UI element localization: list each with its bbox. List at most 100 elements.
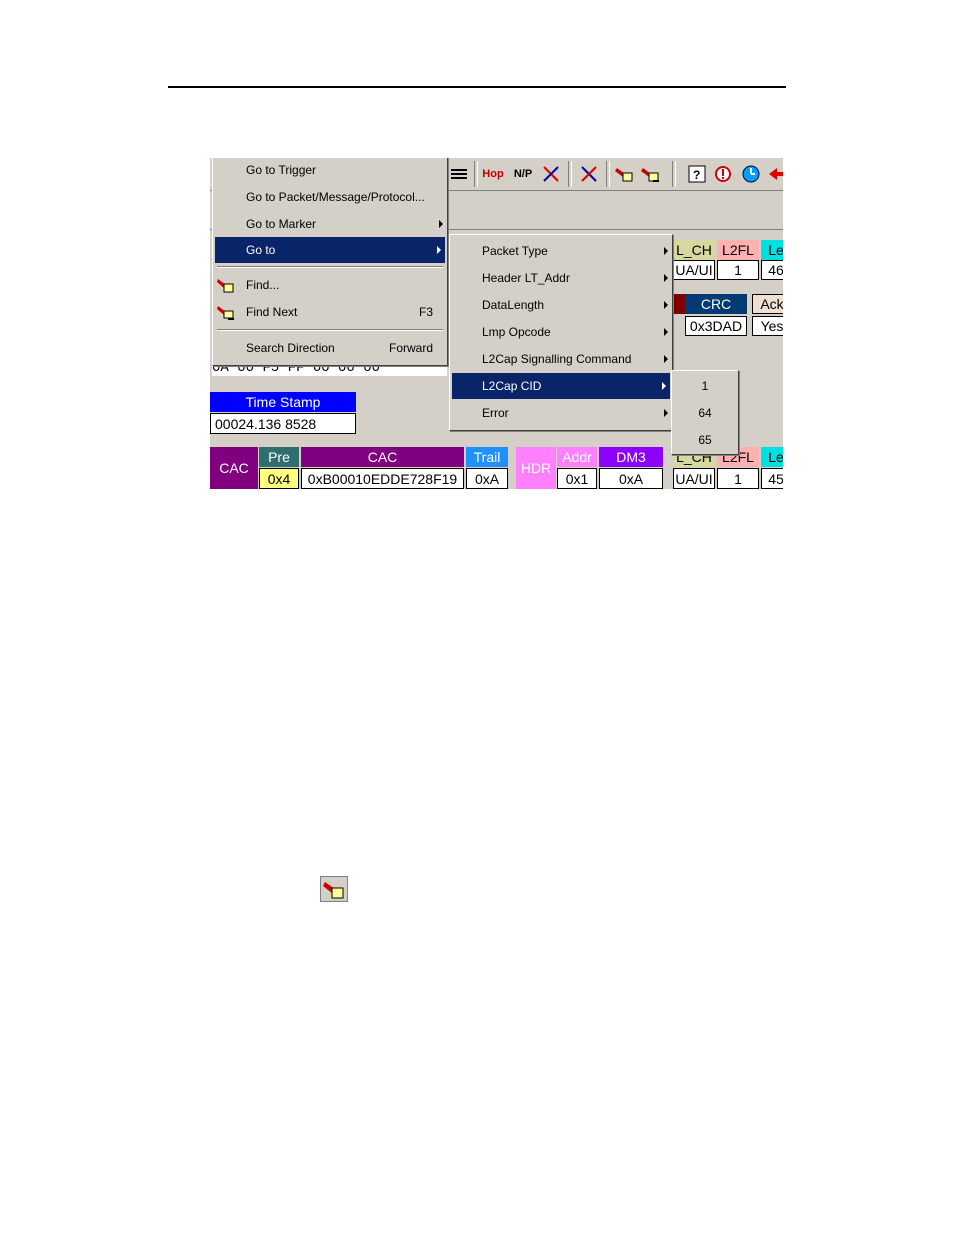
cid-item-65[interactable]: 65 <box>672 427 738 453</box>
clock-icon[interactable] <box>740 163 762 185</box>
page-rule <box>168 86 786 88</box>
find-next-icon <box>217 306 234 320</box>
crc-value[interactable]: 0x3DAD <box>685 316 747 336</box>
submenu-item-l2cap-cid[interactable]: L2Cap CID <box>452 373 670 399</box>
timestamp-value[interactable]: 00024.136 8528 <box>210 413 356 434</box>
l2cap-cid-submenu: 1 64 65 <box>671 370 739 455</box>
addr-header: Addr <box>557 447 597 467</box>
menu-item-go-to-marker[interactable]: Go to Marker <box>213 211 447 237</box>
length-header: Le <box>761 240 783 260</box>
l2fl-value[interactable]: 1 <box>717 468 759 489</box>
help-icon[interactable]: ? <box>686 163 708 185</box>
menu-item-go-to-trigger[interactable]: Go to Trigger <box>213 158 447 183</box>
cid-item-1[interactable]: 1 <box>672 373 738 399</box>
arrow-icon[interactable] <box>766 163 783 185</box>
menu-item-label: Packet Type <box>482 244 548 258</box>
submenu-item-header-lt-addr[interactable]: Header LT_Addr <box>450 265 672 291</box>
menu-item-label: L2Cap CID <box>482 379 542 393</box>
submenu-arrow-icon <box>664 247 668 255</box>
cac-header: CAC <box>301 447 464 467</box>
menu-item-label: 1 <box>701 379 709 393</box>
cross-icon[interactable] <box>578 163 600 185</box>
submenu-arrow-icon <box>437 246 441 254</box>
hop-icon[interactable]: Hop <box>482 163 504 185</box>
timestamp-header: Time Stamp <box>210 392 356 412</box>
find-next-icon[interactable] <box>640 163 662 185</box>
menu-item-label: L2Cap Signalling Command <box>482 352 632 366</box>
submenu-arrow-icon <box>664 328 668 336</box>
dm3-header: DM3 <box>599 447 663 467</box>
submenu-item-l2cap-signalling-command[interactable]: L2Cap Signalling Command <box>450 346 672 372</box>
menu-separator <box>217 266 443 268</box>
submenu-arrow-icon <box>439 220 443 228</box>
length-header: Le <box>761 447 783 467</box>
cac-label: CAC <box>210 447 258 489</box>
hdr-label: HDR <box>516 447 556 489</box>
np-icon[interactable]: N/P <box>512 163 534 185</box>
menu-item-go-to-packet[interactable]: Go to Packet/Message/Protocol... <box>213 184 447 210</box>
menu-item-label: Header LT_Addr <box>482 271 570 285</box>
l-ch-header: L_CH <box>673 240 715 260</box>
menu-separator <box>217 329 443 331</box>
submenu-item-error[interactable]: Error <box>450 400 672 426</box>
submenu-arrow-icon <box>664 274 668 282</box>
toolbar-separator <box>606 161 610 187</box>
submenu-arrow-icon <box>662 382 666 390</box>
ack-value[interactable]: Yes <box>752 316 783 336</box>
submenu-item-datalength[interactable]: DataLength <box>450 292 672 318</box>
find-icon <box>320 876 348 902</box>
screenshot: Hop N/P ? L_CH L2FL Le UA/UI 1 46 CRC 0x… <box>210 158 783 489</box>
submenu-item-lmp-opcode[interactable]: Lmp Opcode <box>450 319 672 345</box>
menu-item-label: DataLength <box>482 298 545 312</box>
find-icon <box>217 279 234 293</box>
toolbar-separator <box>672 161 676 187</box>
trail-value[interactable]: 0xA <box>466 468 508 489</box>
length-value[interactable]: 45 <box>761 468 783 489</box>
addr-value[interactable]: 0x1 <box>557 468 597 489</box>
go-to-submenu: Packet Type Header LT_Addr DataLength Lm… <box>449 234 673 431</box>
l2fl-header: L2FL <box>717 240 759 260</box>
menu-item-go-to[interactable]: Go to <box>215 237 445 263</box>
menu-item-find-next[interactable]: Find Next F3 <box>213 299 447 325</box>
svg-text:?: ? <box>693 168 700 182</box>
context-menu: Go to Trigger Go to Packet/Message/Proto… <box>212 158 448 366</box>
l-ch-value[interactable]: UA/UI <box>673 468 715 489</box>
find-icon[interactable] <box>614 163 636 185</box>
menu-item-label: Go to <box>246 243 276 257</box>
menu-item-label: Search Direction <box>246 341 335 355</box>
pre-header: Pre <box>259 447 299 467</box>
ack-header: Ack <box>752 294 783 314</box>
menu-lines-icon[interactable] <box>448 163 470 185</box>
menu-item-find[interactable]: Find... <box>213 272 447 298</box>
submenu-arrow-icon <box>664 301 668 309</box>
submenu-item-packet-type[interactable]: Packet Type <box>450 238 672 264</box>
menu-item-label: Error <box>482 406 509 420</box>
trail-header: Trail <box>466 447 508 467</box>
toolbar-separator <box>474 161 478 187</box>
menu-item-label: Go to Packet/Message/Protocol... <box>246 190 425 204</box>
alert-icon[interactable] <box>712 163 734 185</box>
l-ch-value[interactable]: UA/UI <box>673 260 715 280</box>
crc-left-marker <box>673 294 685 314</box>
menu-item-label: Find... <box>246 278 280 292</box>
menu-item-label: 64 <box>698 406 712 420</box>
cid-item-64[interactable]: 64 <box>672 400 738 426</box>
menu-item-label: Lmp Opcode <box>482 325 551 339</box>
menu-item-label: Go to Trigger <box>246 163 317 177</box>
search-direction-value: Forward <box>388 341 433 355</box>
menu-item-label: 65 <box>698 433 712 447</box>
toolbar-separator <box>568 161 572 187</box>
submenu-arrow-icon <box>664 409 668 417</box>
shortcut-label: F3 <box>418 305 433 319</box>
menu-item-label: Find Next <box>246 305 298 319</box>
pre-value[interactable]: 0x4 <box>259 468 299 489</box>
dm3-value[interactable]: 0xA <box>599 468 663 489</box>
cross-icon[interactable] <box>540 163 562 185</box>
cac-value[interactable]: 0xB00010EDDE728F19 <box>301 468 464 489</box>
submenu-arrow-icon <box>664 355 668 363</box>
crc-header: CRC <box>685 294 747 314</box>
menu-item-search-direction[interactable]: Search Direction Forward <box>213 335 447 361</box>
l2fl-value[interactable]: 1 <box>717 260 759 280</box>
length-value[interactable]: 46 <box>761 260 783 280</box>
menu-item-label: Go to Marker <box>246 217 317 231</box>
